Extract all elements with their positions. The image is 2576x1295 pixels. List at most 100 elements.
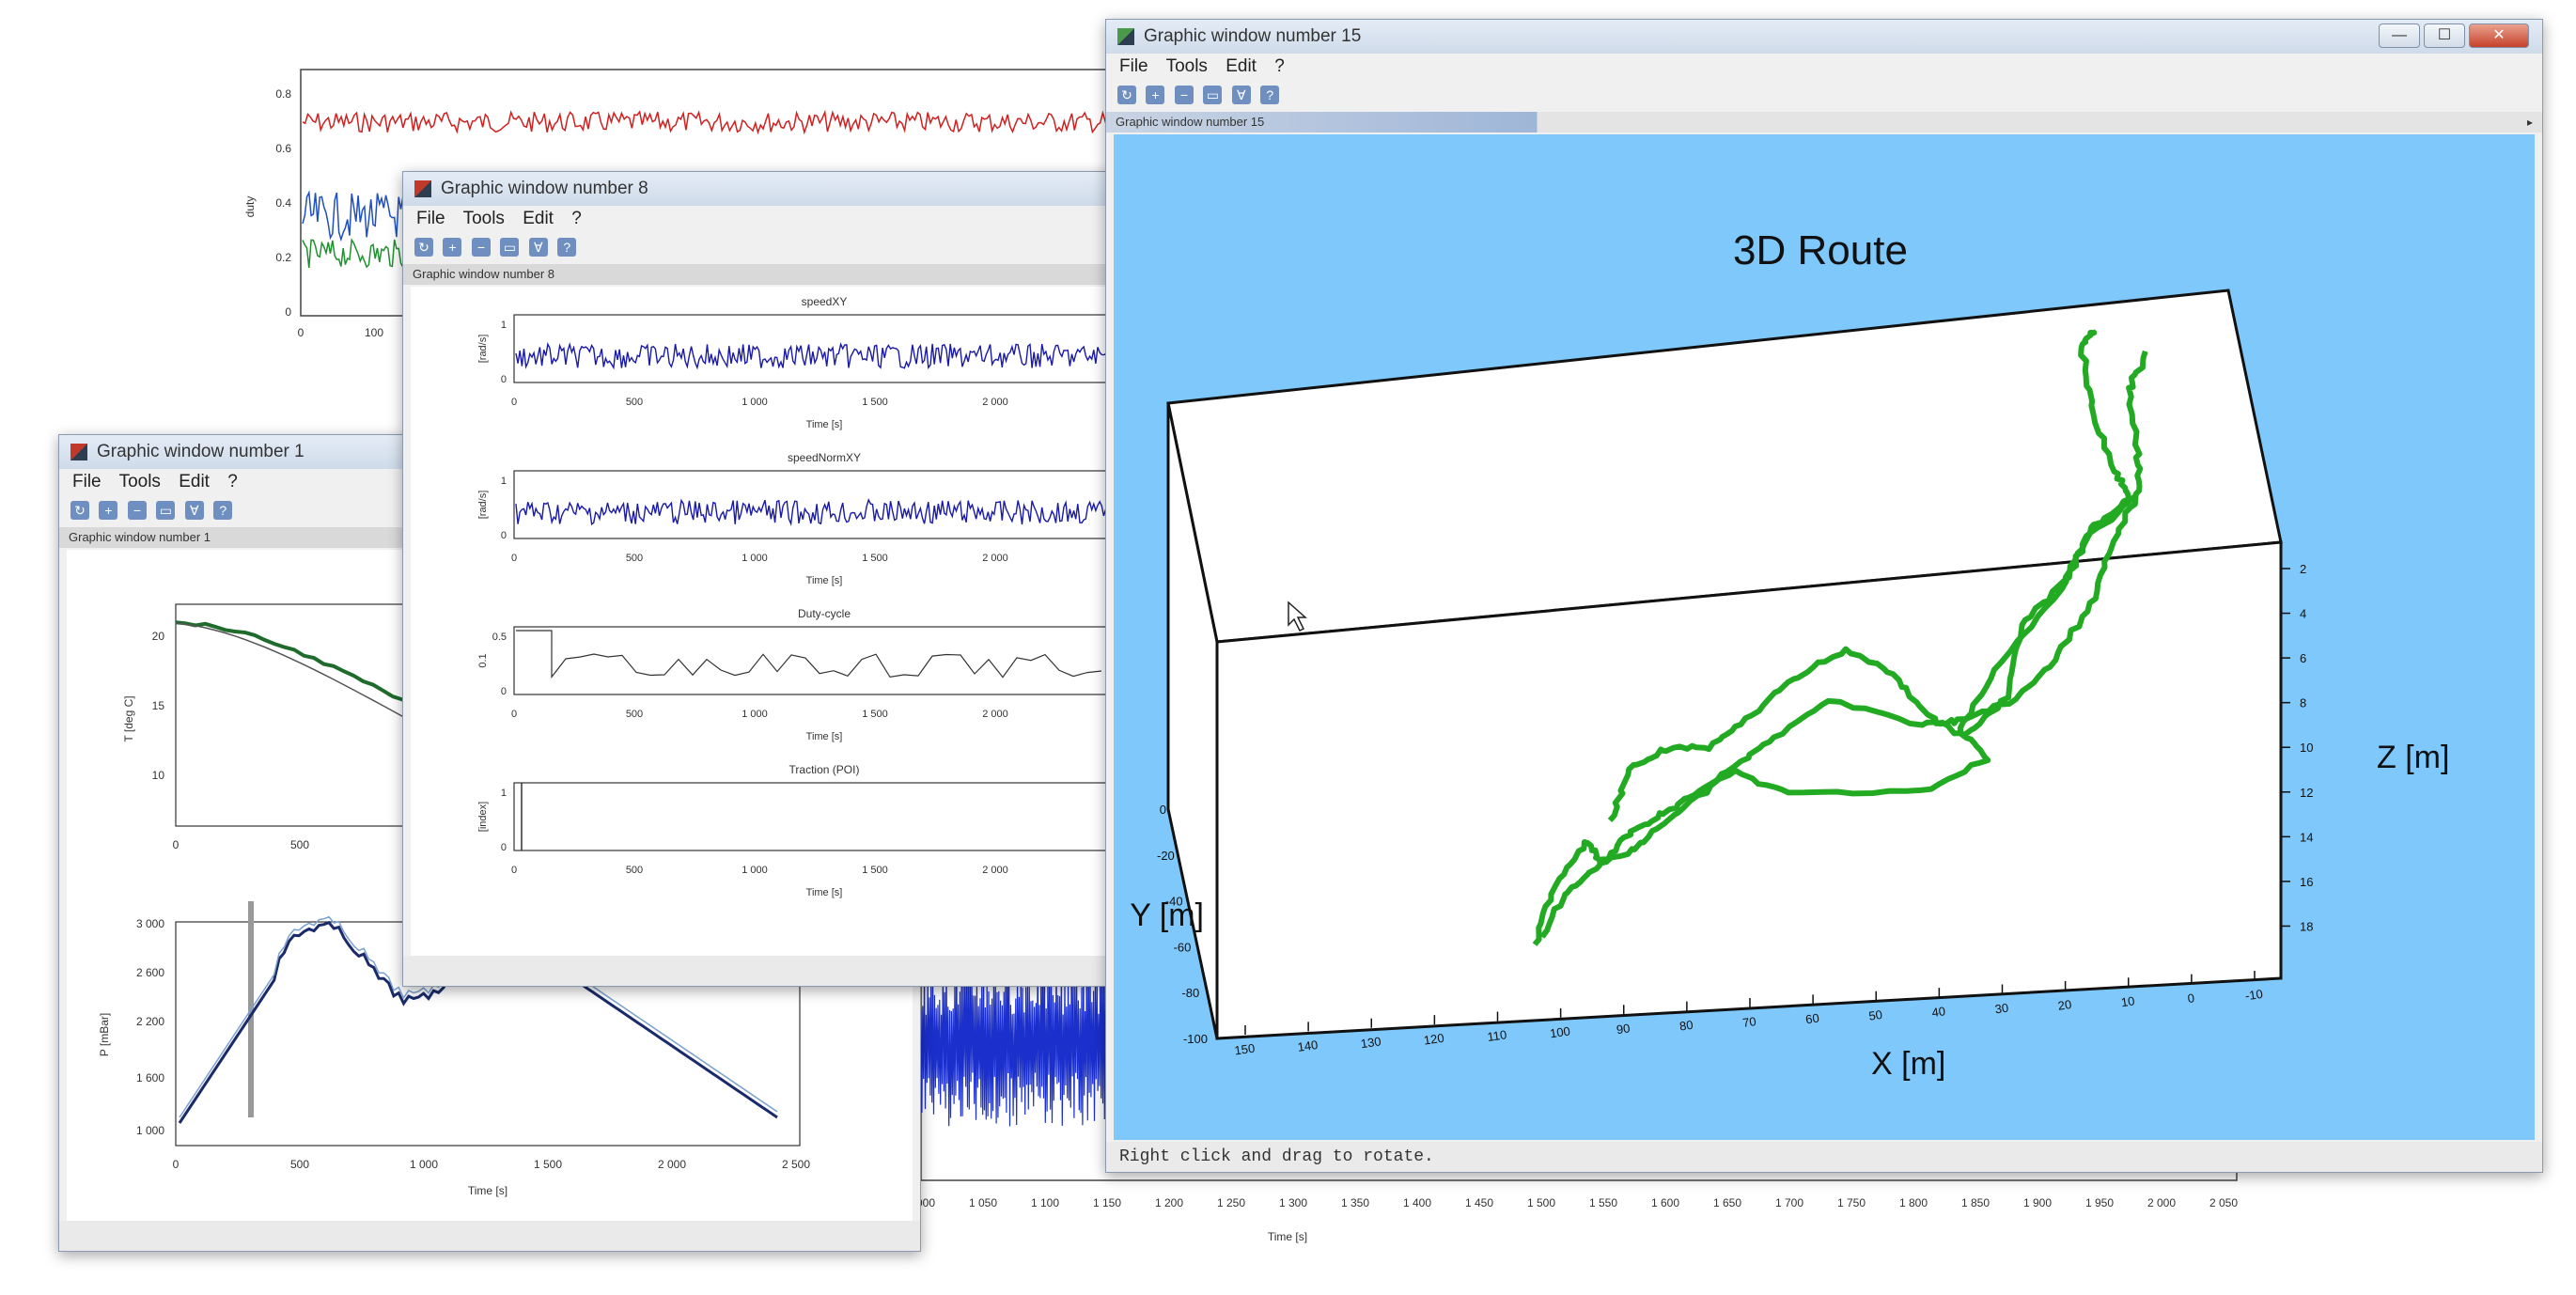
expand-icon[interactable]: ▸ bbox=[2527, 112, 2533, 133]
datatip-icon[interactable]: ▭ bbox=[156, 501, 176, 520]
rotate-icon[interactable]: ↻ bbox=[70, 501, 89, 520]
window8-plots: speedXY[rad/s]100 500 1 000 1 500 2 000Time … bbox=[411, 287, 1110, 960]
menu-edit[interactable]: Edit bbox=[1226, 56, 1257, 76]
subplot-ytick: 0 bbox=[501, 842, 507, 853]
bgbottom-xtick: 1 050 bbox=[969, 1196, 997, 1209]
bgbottom-xtick: 1 200 bbox=[1155, 1196, 1183, 1209]
w1-bottom-ytick: 1 600 bbox=[136, 1071, 164, 1084]
bgtop-ytick: 0 bbox=[285, 305, 291, 319]
zoom-out-icon[interactable]: − bbox=[127, 501, 147, 520]
w1-top-ylabel: T [deg C] bbox=[122, 695, 135, 741]
route-3d-plot[interactable]: 3D Route 150 140 130 120 110 100 90 80 70 60 50 40 3… bbox=[1114, 134, 2535, 1140]
scilab-icon bbox=[414, 180, 431, 197]
w1-bottom-xtick: 2 500 bbox=[782, 1158, 810, 1171]
subplot-ylabel: [rad/s] bbox=[477, 491, 489, 520]
bgbottom-xtick: 1 300 bbox=[1279, 1196, 1307, 1209]
subplot-title: speedNormXY bbox=[788, 451, 861, 464]
bgbottom-xlabel: Time [s] bbox=[1268, 1230, 1307, 1243]
bgbottom-xtick: 1 700 bbox=[1775, 1196, 1803, 1209]
menu-help[interactable]: ? bbox=[1274, 56, 1285, 76]
minimize-button[interactable]: — bbox=[2379, 23, 2420, 48]
rotate-icon[interactable]: ↻ bbox=[1117, 86, 1136, 104]
menu-edit[interactable]: Edit bbox=[179, 472, 210, 491]
x-tick-label: 60 bbox=[1804, 1011, 1819, 1027]
subplot-title: Duty-cycle bbox=[798, 607, 851, 620]
menu-edit[interactable]: Edit bbox=[523, 209, 554, 228]
x-tick-label: 140 bbox=[1297, 1038, 1319, 1054]
bgbottom-xtick: 1 950 bbox=[2085, 1196, 2114, 1209]
x-tick-label: 30 bbox=[1994, 1001, 2009, 1017]
status-bar bbox=[59, 1221, 920, 1251]
help-icon[interactable]: ? bbox=[1260, 86, 1280, 104]
datatip-icon[interactable]: ▭ bbox=[500, 238, 520, 257]
plot-title: 3D Route bbox=[1733, 227, 1908, 273]
toolbar: ↻ + − ▭ ∀ ? bbox=[403, 232, 1117, 264]
zoom-in-icon[interactable]: + bbox=[1146, 86, 1165, 104]
window-titlebar[interactable]: Graphic window number 8 bbox=[403, 172, 1117, 206]
toolbar: ↻ + − ▭ ∀ ? bbox=[1106, 80, 2542, 112]
z-tick-label: 12 bbox=[2300, 786, 2313, 800]
w1-top-ytick: 20 bbox=[152, 630, 165, 643]
bgbottom-xtick: 2 000 bbox=[2147, 1196, 2176, 1209]
subplot-xtick: 1 000 bbox=[742, 397, 768, 408]
menu-help[interactable]: ? bbox=[227, 472, 238, 491]
edit-axes-icon[interactable]: ∀ bbox=[184, 501, 204, 520]
zoom-in-icon[interactable]: + bbox=[443, 238, 462, 257]
window-titlebar[interactable]: Graphic window number 15 — ☐ ✕ bbox=[1106, 20, 2542, 54]
bgtop-ytick: 0.4 bbox=[275, 196, 291, 210]
z-tick-label: 16 bbox=[2300, 875, 2313, 889]
zoom-out-icon[interactable]: − bbox=[1174, 86, 1194, 104]
x-tick-label: 20 bbox=[2057, 997, 2072, 1013]
menu-help[interactable]: ? bbox=[571, 209, 582, 228]
subplot-xtick: 2 000 bbox=[982, 397, 1008, 408]
z-tick-label: 6 bbox=[2300, 651, 2306, 665]
subplot-xtick: 1 500 bbox=[862, 865, 888, 876]
edit-axes-icon[interactable]: ∀ bbox=[1231, 86, 1251, 104]
rotate-icon[interactable]: ↻ bbox=[414, 238, 433, 257]
zoom-in-icon[interactable]: + bbox=[99, 501, 118, 520]
subplot-xlabel: Time [s] bbox=[806, 887, 843, 898]
bgtop-ytick: 0.6 bbox=[275, 142, 291, 155]
maximize-button[interactable]: ☐ bbox=[2424, 23, 2465, 48]
status-bar: Right click and drag to rotate. bbox=[1106, 1142, 2542, 1172]
subplot-xtick: 0 bbox=[511, 553, 517, 564]
window-title: Graphic window number 15 bbox=[1144, 26, 1362, 46]
menu-file[interactable]: File bbox=[72, 472, 101, 491]
subplot-xlabel: Time [s] bbox=[806, 731, 843, 742]
close-button[interactable]: ✕ bbox=[2469, 23, 2529, 48]
zoom-out-icon[interactable]: − bbox=[471, 238, 491, 257]
help-icon[interactable]: ? bbox=[557, 238, 577, 257]
bgbottom-xtick: 1 600 bbox=[1651, 1196, 1679, 1209]
datatip-icon[interactable]: ▭ bbox=[1203, 86, 1223, 104]
help-icon[interactable]: ? bbox=[213, 501, 233, 520]
subplot-title: Traction (POI) bbox=[789, 763, 860, 776]
subplot-xtick: 0 bbox=[511, 397, 517, 408]
subplot-xtick: 1 500 bbox=[862, 709, 888, 720]
x-tick-label: 100 bbox=[1549, 1024, 1571, 1041]
w1-bottom-ylabel: P [mBar] bbox=[98, 1013, 111, 1056]
subplot-xtick: 2 000 bbox=[982, 553, 1008, 564]
subplot-xtick: 500 bbox=[626, 709, 643, 720]
z-tick-label: 14 bbox=[2300, 830, 2313, 844]
menu-file[interactable]: File bbox=[1119, 56, 1148, 76]
menu-file[interactable]: File bbox=[416, 209, 445, 228]
subplot-xtick: 500 bbox=[626, 397, 643, 408]
w1-top-xtick: 0 bbox=[173, 838, 180, 851]
scilab-icon bbox=[1117, 28, 1134, 45]
w1-bottom-xtick: 0 bbox=[173, 1158, 180, 1171]
bgbottom-xtick: 1 750 bbox=[1837, 1196, 1866, 1209]
menu-tools[interactable]: Tools bbox=[1166, 56, 1208, 76]
bgbottom-xtick: 1 650 bbox=[1713, 1196, 1741, 1209]
menu-tools[interactable]: Tools bbox=[463, 209, 505, 228]
bgbottom-xtick: 1 150 bbox=[1093, 1196, 1121, 1209]
x-tick-label: 130 bbox=[1360, 1034, 1382, 1051]
bgbottom-xtick: 1 400 bbox=[1403, 1196, 1431, 1209]
bgbottom-xtick: 1 550 bbox=[1589, 1196, 1617, 1209]
info-bar: Graphic window number 15 ▸ bbox=[1106, 112, 2542, 133]
subplot-xtick: 0 bbox=[511, 865, 517, 876]
subplot-axes bbox=[513, 782, 1110, 851]
edit-axes-icon[interactable]: ∀ bbox=[528, 238, 548, 257]
subplot-xtick: 1 500 bbox=[862, 397, 888, 408]
z-tick-label: 2 bbox=[2300, 562, 2306, 576]
menu-tools[interactable]: Tools bbox=[119, 472, 161, 491]
